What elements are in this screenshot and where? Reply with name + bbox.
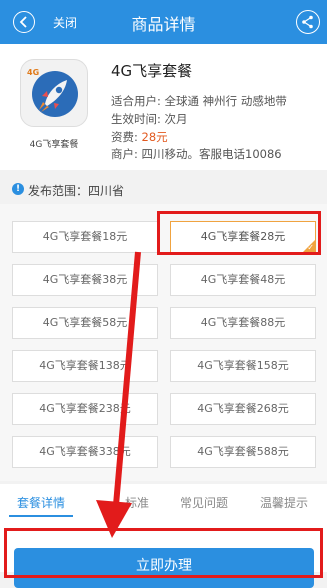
annotation-arrow-icon bbox=[96, 251, 141, 538]
